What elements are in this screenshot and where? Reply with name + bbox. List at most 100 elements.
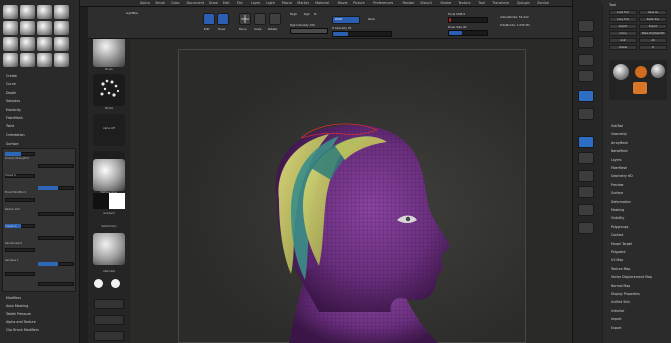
tool-menu-preview[interactable]: Preview: [611, 183, 623, 187]
tool-orange-icon[interactable]: [635, 66, 647, 78]
tool-menu-contact[interactable]: Contact: [611, 233, 623, 237]
rotate-mode-button[interactable]: [269, 13, 281, 25]
brush-tile-3[interactable]: [54, 5, 69, 19]
tool-menu-morph-target[interactable]: Morph Target: [611, 242, 632, 246]
menu-stencil[interactable]: Stencil: [420, 1, 431, 5]
menu-draw[interactable]: Draw: [209, 1, 218, 5]
canvas-viewport[interactable]: [130, 39, 572, 343]
tool-menu-display-properties[interactable]: Display Properties: [611, 292, 640, 296]
scale-mode-button[interactable]: [254, 13, 266, 25]
scroll-button[interactable]: [578, 54, 594, 66]
color-dot-icon[interactable]: [111, 279, 120, 288]
menu-alpha[interactable]: Alpha: [140, 1, 150, 5]
brush-menu-clip-brush-modifiers[interactable]: Clip Brush Modifiers: [6, 328, 39, 332]
brush-tile-10[interactable]: [37, 37, 52, 51]
menu-render[interactable]: Render: [403, 1, 415, 5]
lower-thumb-button[interactable]: [94, 299, 124, 309]
rgb-intensity-slider[interactable]: [290, 28, 328, 34]
menu-marker[interactable]: Marker: [297, 1, 309, 5]
tool-menu-initialize[interactable]: Initialize: [611, 309, 624, 313]
tool-menu-fibermesh[interactable]: FiberMesh: [611, 166, 627, 170]
tool-menu-layers[interactable]: Layers: [611, 158, 622, 162]
menu-brush[interactable]: Brush: [156, 1, 166, 5]
tool-button-import[interactable]: Import: [609, 24, 637, 29]
move-mode-button[interactable]: [239, 13, 251, 25]
tool-button-export[interactable]: Export: [639, 24, 667, 29]
document-canvas[interactable]: [178, 49, 526, 343]
tool-menu-polypaint[interactable]: Polypaint: [611, 250, 626, 254]
tool-menu-import[interactable]: Import: [611, 317, 622, 321]
tool-sphere-icon[interactable]: [613, 64, 629, 80]
m-button[interactable]: M: [314, 12, 316, 16]
brush-thumbnail[interactable]: [93, 35, 125, 67]
tool-sphere-icon[interactable]: [651, 64, 665, 78]
tool-button-save-as[interactable]: Save As: [639, 10, 667, 15]
menu-layer[interactable]: Layer: [251, 1, 260, 5]
brush-menu-depth[interactable]: Depth: [6, 91, 16, 95]
brush-menu-twist[interactable]: Twist: [6, 124, 14, 128]
menu-preferences[interactable]: Preferences: [373, 1, 393, 5]
tool-menu-geometry[interactable]: Geometry: [611, 132, 627, 136]
brush-menu-create[interactable]: Create: [6, 74, 17, 78]
local-button[interactable]: [578, 136, 594, 148]
menu-stroke[interactable]: Stroke: [440, 1, 451, 5]
lower-thumb-button[interactable]: [94, 331, 124, 341]
stroke-thumbnail[interactable]: [93, 74, 125, 106]
tool-menu-deformation[interactable]: Deformation: [611, 200, 631, 204]
tool-button-goz[interactable]: GoZ: [609, 38, 637, 43]
brush-setting-slider[interactable]: [5, 248, 35, 252]
brush-tile-15[interactable]: [54, 53, 69, 67]
menu-transform[interactable]: Transform: [492, 1, 509, 5]
zoom-button[interactable]: [578, 70, 594, 82]
tool-button-visible[interactable]: Visible: [609, 45, 637, 50]
material-thumbnail[interactable]: [93, 159, 125, 191]
tool-menu-masking[interactable]: Masking: [611, 208, 624, 212]
brush-tile-4[interactable]: [3, 21, 18, 35]
persp-button[interactable]: [578, 90, 594, 102]
frame-button[interactable]: [578, 170, 594, 182]
brush-menu-fibermesh[interactable]: FiberMesh: [6, 116, 23, 120]
brush-tile-9[interactable]: [20, 37, 35, 51]
brush-menu-elasticity[interactable]: Elasticity: [6, 108, 21, 112]
focal-shift-slider[interactable]: [448, 17, 488, 23]
tool-button-clone[interactable]: Clone: [609, 31, 637, 36]
brush-menu-auto-masking[interactable]: Auto Masking: [6, 304, 28, 308]
tool-button-make-polymesh3d[interactable]: Make PolyMesh3D: [639, 31, 667, 36]
tool-menu-subtool[interactable]: SubTool: [611, 124, 623, 128]
tool-menu-uv-map[interactable]: UV Map: [611, 258, 623, 262]
menu-picture[interactable]: Picture: [353, 1, 365, 5]
brush-menu-alpha-and-texture[interactable]: Alpha and Texture: [6, 320, 36, 324]
brush-tile-0[interactable]: [3, 5, 18, 19]
brush-tile-2[interactable]: [37, 5, 52, 19]
brush-menu-orientation[interactable]: Orientation: [6, 133, 25, 137]
brush-setting-slider[interactable]: [38, 236, 74, 240]
z-intensity-slider[interactable]: [332, 31, 392, 37]
brush-menu-tablet-pressure[interactable]: Tablet Pressure: [6, 312, 31, 316]
alpha-thumbnail[interactable]: [93, 114, 125, 146]
color-dot-icon[interactable]: [94, 279, 103, 288]
brush-tile-7[interactable]: [54, 21, 69, 35]
tool-button-paste-tool[interactable]: Paste Tool: [639, 17, 667, 22]
sphere-preview-thumbnail[interactable]: [93, 233, 125, 265]
tool-menu-surface[interactable]: Surface: [611, 191, 623, 195]
rgb-button[interactable]: Rgb: [304, 12, 310, 16]
menu-edit[interactable]: Edit: [223, 1, 230, 5]
menu-zscript[interactable]: Zscript: [537, 1, 549, 5]
menu-document[interactable]: Document: [187, 1, 205, 5]
brush-tile-6[interactable]: [37, 21, 52, 35]
tool-button-copy-tool[interactable]: Copy Tool: [609, 17, 637, 22]
brush-tile-14[interactable]: [37, 53, 52, 67]
tool-menu-geometry-hd[interactable]: Geometry HD: [611, 174, 633, 178]
scale-view-button[interactable]: [578, 204, 594, 216]
edit-mode-button[interactable]: [203, 13, 215, 25]
brush-setting-slider[interactable]: [5, 272, 35, 276]
menu-color[interactable]: Color: [171, 1, 180, 5]
brush-tile-8[interactable]: [3, 37, 18, 51]
draw-size-slider[interactable]: [448, 30, 488, 36]
mrgb-button[interactable]: Mrgb: [290, 12, 297, 16]
secondary-color-swatch-white[interactable]: [109, 193, 125, 209]
brush-tile-12[interactable]: [3, 53, 18, 67]
tool-button-load-tool[interactable]: Load Tool: [609, 10, 637, 15]
xyz-button[interactable]: [578, 152, 594, 164]
draw-mode-button[interactable]: [217, 13, 229, 25]
